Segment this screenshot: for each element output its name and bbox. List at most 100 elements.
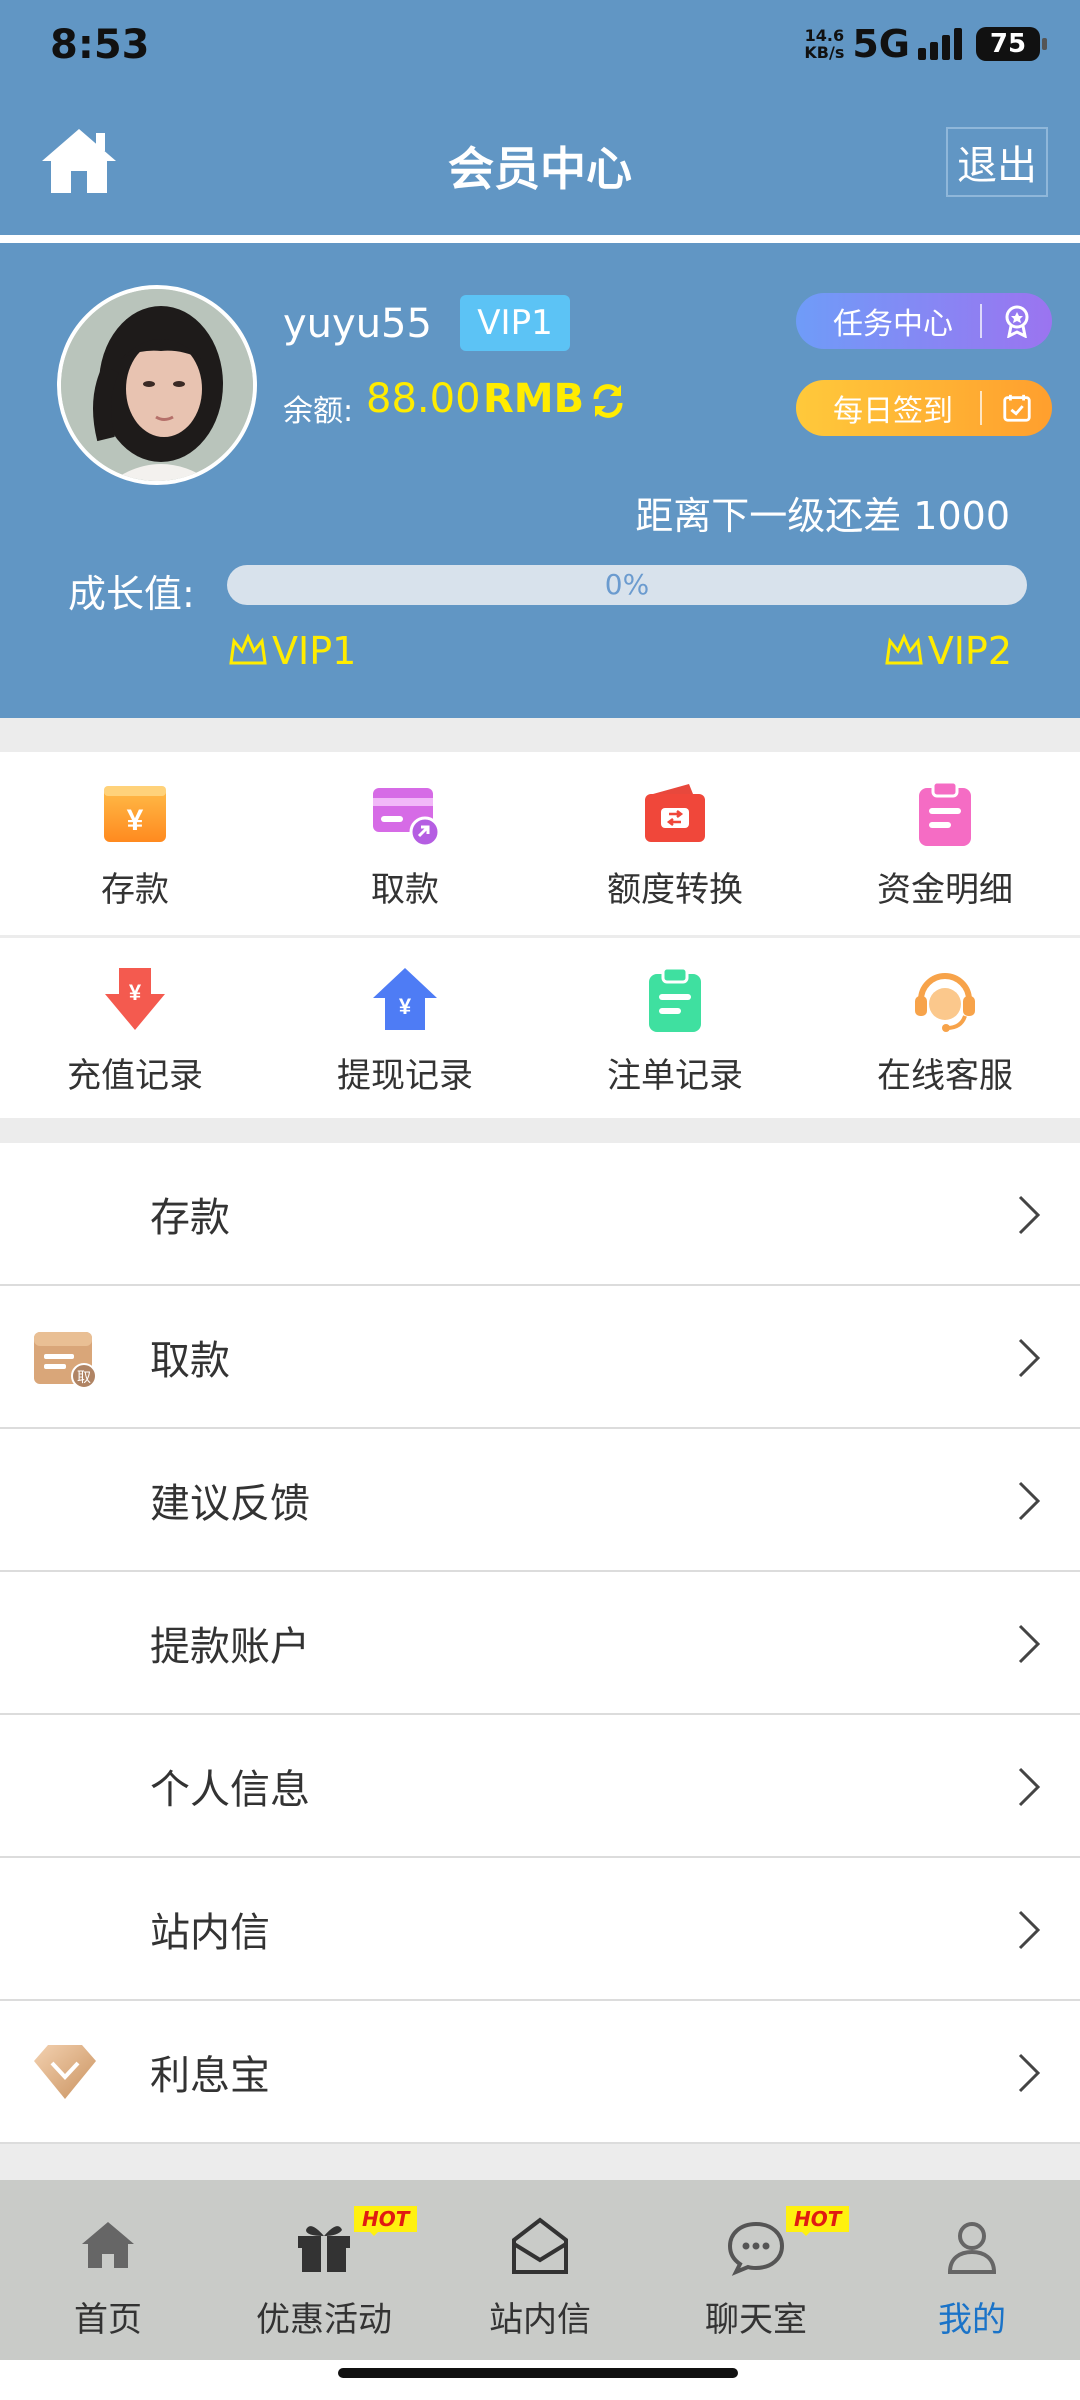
tab-label: 站内信: [489, 2300, 591, 2340]
status-time: 8:53: [50, 22, 150, 68]
app-header: 会员中心 退出: [0, 95, 1080, 235]
grid-label: 资金明细: [877, 870, 1013, 910]
mail-icon: [512, 2217, 568, 2274]
chevron-right-icon: [1018, 1624, 1041, 1664]
balance-unit: RMB: [483, 376, 585, 422]
withdraw-record-icon: ¥: [373, 968, 437, 1030]
task-center-label: 任务中心: [833, 307, 953, 342]
chevron-right-icon: [1018, 1338, 1041, 1378]
home-icon: [82, 2222, 134, 2268]
status-bar: 8:53 14.6 KB/s 5G 75: [0, 0, 1080, 95]
tab-messages[interactable]: 站内信: [432, 2180, 648, 2360]
growth-label: 成长值:: [68, 572, 195, 616]
quick-actions-row: ¥ 充值记录 ¥ 提现记录 注单记录 在线客服: [0, 935, 1080, 1118]
tab-home[interactable]: 首页: [0, 2180, 216, 2360]
signal-icon: [918, 28, 962, 60]
net-speed: 14.6 KB/s: [804, 27, 844, 61]
grid-item-transfer[interactable]: 额度转换: [540, 752, 810, 935]
chat-icon: [727, 2221, 785, 2276]
chevron-right-icon: [1018, 1767, 1041, 1807]
grid-label: 在线客服: [877, 1056, 1013, 1096]
grid-label: 充值记录: [67, 1056, 203, 1096]
grid-label: 提现记录: [337, 1056, 473, 1096]
battery-level: 75: [989, 29, 1027, 59]
hot-badge: HOT: [354, 2206, 418, 2236]
transfer-wallet-icon: [645, 784, 705, 842]
crown-icon: [229, 633, 267, 665]
list-item-label: 建议反馈: [150, 1480, 310, 1527]
daily-checkin-label: 每日签到: [833, 394, 953, 429]
list-item-label: 利息宝: [150, 2052, 270, 2099]
grid-item-withdraw-record[interactable]: ¥ 提现记录: [270, 938, 540, 1118]
tab-chatroom[interactable]: HOT 聊天室: [648, 2180, 864, 2360]
grid-item-fund-details[interactable]: 资金明细: [810, 752, 1080, 935]
vip-badge: VIP1: [460, 295, 570, 351]
tab-mine[interactable]: 我的: [864, 2180, 1080, 2360]
list-item-deposit[interactable]: 存款: [0, 1143, 1080, 1286]
grid-label: 取款: [371, 870, 439, 910]
tab-promotions[interactable]: HOT 优惠活动: [216, 2180, 432, 2360]
chevron-right-icon: [1018, 2053, 1041, 2093]
crown-icon: [884, 633, 923, 665]
header-divider: [0, 235, 1080, 243]
logout-button[interactable]: 退出: [946, 127, 1048, 197]
grid-item-deposit[interactable]: ¥ 存款: [0, 752, 270, 935]
grid-label: 存款: [101, 870, 169, 910]
list-item-interest[interactable]: 利息宝: [0, 2001, 1080, 2144]
calendar-check-icon: [982, 380, 1052, 436]
next-vip-label: VIP2: [927, 629, 1012, 673]
balance-label: 余额:: [283, 394, 354, 429]
grid-item-recharge-record[interactable]: ¥ 充值记录: [0, 938, 270, 1118]
svg-text:¥: ¥: [127, 804, 144, 837]
medal-icon: [982, 293, 1052, 349]
user-icon: [947, 2222, 997, 2274]
list-item-label: 取款: [150, 1337, 230, 1384]
list-item-withdraw[interactable]: 取 取款: [0, 1286, 1080, 1429]
list-item-withdraw-account[interactable]: 提款账户: [0, 1572, 1080, 1715]
daily-checkin-button[interactable]: 每日签到: [796, 380, 1052, 436]
tab-label: 优惠活动: [256, 2300, 392, 2340]
clipboard-icon: [919, 780, 971, 846]
list-item-feedback[interactable]: 建议反馈: [0, 1429, 1080, 1572]
withdraw-icon-text: 取: [77, 1370, 91, 1386]
recharge-record-icon: ¥: [105, 968, 165, 1030]
customer-service-icon: [915, 973, 975, 1032]
svg-text:¥: ¥: [399, 994, 412, 1019]
net-speed-value: 14.6: [804, 26, 845, 45]
bet-record-icon: [649, 966, 701, 1032]
list-item-label: 存款: [150, 1194, 230, 1241]
next-level-text: 距离下一级还差 1000: [635, 494, 1010, 538]
quick-actions-grid: ¥ 存款 取款 额度转换 资金明细 ¥ 充值记录 ¥ 提现记录 注单记录 在线客…: [0, 752, 1080, 1118]
profile-card: yuyu55 VIP1 余额: 88.00 RMB 任务中心 每日签到 距离下一…: [0, 243, 1080, 718]
svg-text:¥: ¥: [129, 980, 142, 1005]
diamond-icon: [34, 2045, 96, 2099]
grid-item-bet-record[interactable]: 注单记录: [540, 938, 810, 1118]
current-vip-level: VIP1: [228, 629, 356, 673]
list-item-personal-info[interactable]: 个人信息: [0, 1715, 1080, 1858]
avatar[interactable]: [57, 285, 257, 485]
grid-item-customer-service[interactable]: 在线客服: [810, 938, 1080, 1118]
balance-amount: 88.00: [366, 376, 481, 422]
bottom-safe-area: [0, 2360, 1080, 2400]
withdraw-card-icon: [373, 788, 441, 848]
list-item-label: 提款账户: [150, 1623, 310, 1670]
grid-label: 额度转换: [607, 870, 743, 910]
tab-label: 首页: [74, 2300, 142, 2340]
task-center-button[interactable]: 任务中心: [796, 293, 1052, 349]
chevron-right-icon: [1018, 1195, 1041, 1235]
list-item-label: 个人信息: [150, 1766, 310, 1813]
list-item-label: 站内信: [150, 1909, 270, 1956]
username: yuyu55: [283, 301, 432, 347]
list-item-messages[interactable]: 站内信: [0, 1858, 1080, 2001]
grid-item-withdraw[interactable]: 取款: [270, 752, 540, 935]
battery-icon: 75: [976, 27, 1047, 61]
refresh-icon[interactable]: [588, 381, 628, 421]
status-indicators: 14.6 KB/s 5G 75: [804, 22, 1047, 66]
deposit-icon: ¥: [104, 786, 166, 842]
grid-label: 注单记录: [607, 1056, 743, 1096]
growth-progress-bar: 0%: [227, 565, 1027, 605]
page-title: 会员中心: [448, 142, 632, 196]
menu-list: 存款 取 取款 建议反馈 提款账户 个人信息 站内信 利息宝: [0, 1143, 1080, 2144]
hot-badge: HOT: [786, 2206, 850, 2236]
gift-icon: [298, 2226, 350, 2272]
